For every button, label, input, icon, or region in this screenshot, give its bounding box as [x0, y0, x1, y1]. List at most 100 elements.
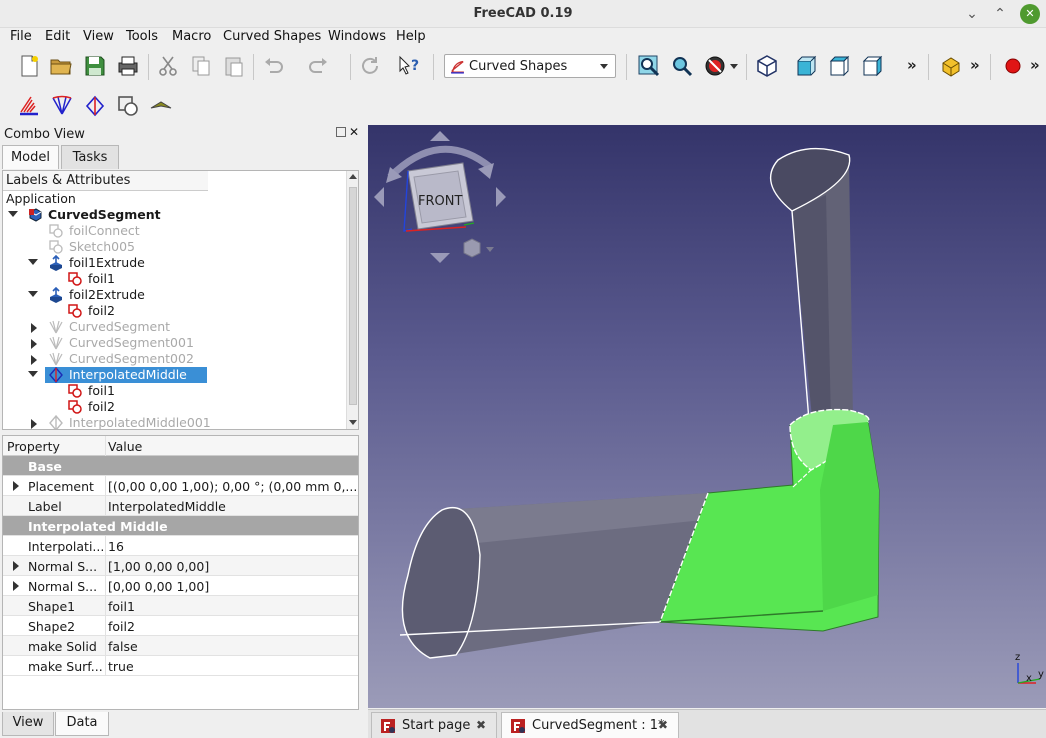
tab-tasks[interactable]: Tasks: [61, 145, 119, 169]
close-panel-icon[interactable]: ✕: [349, 125, 359, 139]
expand-down-icon[interactable]: [28, 371, 38, 377]
3d-viewport[interactable]: FRONT z x y: [368, 125, 1046, 708]
close-tab-icon[interactable]: ✖: [476, 718, 486, 732]
draw-style-icon[interactable]: [702, 53, 728, 79]
expand-right-icon[interactable]: [31, 355, 37, 365]
tree-item-document[interactable]: CurvedSegment: [3, 207, 343, 223]
tree-item-foil1extrude[interactable]: foil1Extrude: [3, 255, 343, 271]
toolbar-overflow-2[interactable]: »: [970, 56, 980, 74]
property-group-interpolated-middle[interactable]: Interpolated Middle: [3, 516, 358, 536]
value-column-header: Value: [108, 439, 143, 454]
horizontal-tube-shape[interactable]: [399, 493, 708, 659]
scrollbar-thumb[interactable]: [349, 187, 357, 405]
tab-data[interactable]: Data: [55, 712, 109, 736]
top-view-icon[interactable]: [826, 53, 852, 79]
tree-item-curvedsegment[interactable]: CurvedSegment: [3, 319, 343, 335]
property-row-label[interactable]: Label InterpolatedMiddle: [3, 496, 358, 516]
menu-help[interactable]: Help: [396, 29, 426, 44]
close-icon[interactable]: ✕: [1020, 4, 1040, 24]
curved-segment-icon[interactable]: [49, 93, 75, 119]
property-row-normal-shape2[interactable]: Normal S... [0,00 0,00 1,00]: [3, 576, 358, 596]
menu-bar: File Edit View Tools Macro Curved Shapes…: [0, 28, 1046, 48]
property-value[interactable]: [1,00 0,00 0,00]: [108, 559, 356, 574]
tree-item-sketch005[interactable]: Sketch005: [3, 239, 343, 255]
property-value[interactable]: 16: [108, 539, 356, 554]
expand-right-icon[interactable]: [13, 561, 19, 571]
toolbar-overflow-3[interactable]: »: [1030, 56, 1040, 74]
tree-item-label: Sketch005: [69, 239, 135, 254]
navigation-cube[interactable]: FRONT: [374, 131, 506, 263]
property-value[interactable]: [(0,00 0,00 1,00); 0,00 °; (0,00 mm 0,..…: [108, 479, 356, 494]
tree-item-foil2-child[interactable]: foil2: [3, 399, 343, 415]
property-row-shape1[interactable]: Shape1 foil1: [3, 596, 358, 616]
wing-shape-icon[interactable]: [148, 93, 174, 119]
close-tab-icon[interactable]: ✖: [658, 718, 668, 732]
menu-windows[interactable]: Windows: [328, 29, 386, 44]
sketch-hidden-icon: [49, 224, 63, 238]
menu-macro[interactable]: Macro: [172, 29, 211, 44]
tree-item-foil2[interactable]: foil2: [3, 303, 343, 319]
toolbar-overflow-1[interactable]: »: [907, 56, 917, 74]
menu-tools[interactable]: Tools: [126, 29, 158, 44]
expand-down-icon[interactable]: [8, 211, 18, 217]
scroll-up-icon[interactable]: [349, 174, 357, 179]
isometric-view-icon[interactable]: [754, 53, 780, 79]
expand-right-icon[interactable]: [31, 323, 37, 333]
menu-curved-shapes[interactable]: Curved Shapes: [223, 29, 321, 44]
tab-view[interactable]: View: [2, 712, 54, 736]
curved-array-icon[interactable]: [16, 93, 42, 119]
tree-item-curvedsegment002[interactable]: CurvedSegment002: [3, 351, 343, 367]
axis-x-label: x: [1026, 673, 1032, 684]
menu-view[interactable]: View: [83, 29, 114, 44]
tree-item-foilconnect[interactable]: foilConnect: [3, 223, 343, 239]
property-value[interactable]: foil2: [108, 619, 356, 634]
property-name: Shape1: [28, 599, 76, 614]
tree-item-interpolatedmiddle[interactable]: InterpolatedMiddle: [3, 367, 343, 383]
expand-right-icon[interactable]: [31, 339, 37, 349]
property-row-make-surface[interactable]: make Surf... true: [3, 656, 358, 676]
scroll-down-icon[interactable]: [349, 420, 357, 425]
expand-down-icon[interactable]: [28, 291, 38, 297]
tree-item-foil1-child[interactable]: foil1: [3, 383, 343, 399]
maximize-icon[interactable]: ⌃: [990, 4, 1010, 24]
menu-edit[interactable]: Edit: [45, 29, 70, 44]
property-row-shape2[interactable]: Shape2 foil2: [3, 616, 358, 636]
property-column-header: Property: [7, 439, 60, 454]
property-row-placement[interactable]: Placement [(0,00 0,00 1,00); 0,00 °; (0,…: [3, 476, 358, 496]
right-view-icon[interactable]: [859, 53, 885, 79]
fit-selection-icon[interactable]: [669, 53, 695, 79]
property-value[interactable]: InterpolatedMiddle: [108, 499, 356, 514]
surface-cut-icon[interactable]: [115, 93, 141, 119]
property-row-make-solid[interactable]: make Solid false: [3, 636, 358, 656]
macro-record-icon[interactable]: [1000, 53, 1026, 79]
tree-item-interpolatedmiddle001[interactable]: InterpolatedMiddle001: [3, 415, 343, 429]
property-group-base[interactable]: Base: [3, 456, 358, 476]
sketch-icon: [68, 272, 82, 286]
property-value[interactable]: true: [108, 659, 356, 674]
expand-right-icon[interactable]: [31, 419, 37, 429]
tab-curved-segment[interactable]: CurvedSegment : 1* ✖: [501, 712, 679, 738]
interpolated-middle-icon[interactable]: [82, 93, 108, 119]
draw-style-dropdown-icon[interactable]: [728, 53, 740, 79]
part-icon[interactable]: [938, 53, 964, 79]
minimize-icon[interactable]: ⌄: [962, 4, 982, 24]
tree-item-curvedsegment001[interactable]: CurvedSegment001: [3, 335, 343, 351]
expand-right-icon[interactable]: [13, 581, 19, 591]
property-value[interactable]: foil1: [108, 599, 356, 614]
property-row-normal-shape1[interactable]: Normal S... [1,00 0,00 0,00]: [3, 556, 358, 576]
tree-scrollbar[interactable]: [346, 171, 358, 429]
tab-model[interactable]: Model: [2, 145, 59, 169]
expand-right-icon[interactable]: [13, 481, 19, 491]
tree-item-application[interactable]: Application: [3, 191, 343, 207]
tab-start-page[interactable]: Start page ✖: [371, 712, 497, 738]
menu-file[interactable]: File: [10, 29, 32, 44]
float-panel-icon[interactable]: [336, 127, 346, 137]
tree-item-foil2extrude[interactable]: foil2Extrude: [3, 287, 343, 303]
front-view-icon[interactable]: [793, 53, 819, 79]
fit-all-icon[interactable]: [636, 53, 662, 79]
property-value[interactable]: false: [108, 639, 356, 654]
tree-item-foil1[interactable]: foil1: [3, 271, 343, 287]
expand-down-icon[interactable]: [28, 259, 38, 265]
property-value[interactable]: [0,00 0,00 1,00]: [108, 579, 356, 594]
property-row-interpolation-points[interactable]: Interpolati... 16: [3, 536, 358, 556]
